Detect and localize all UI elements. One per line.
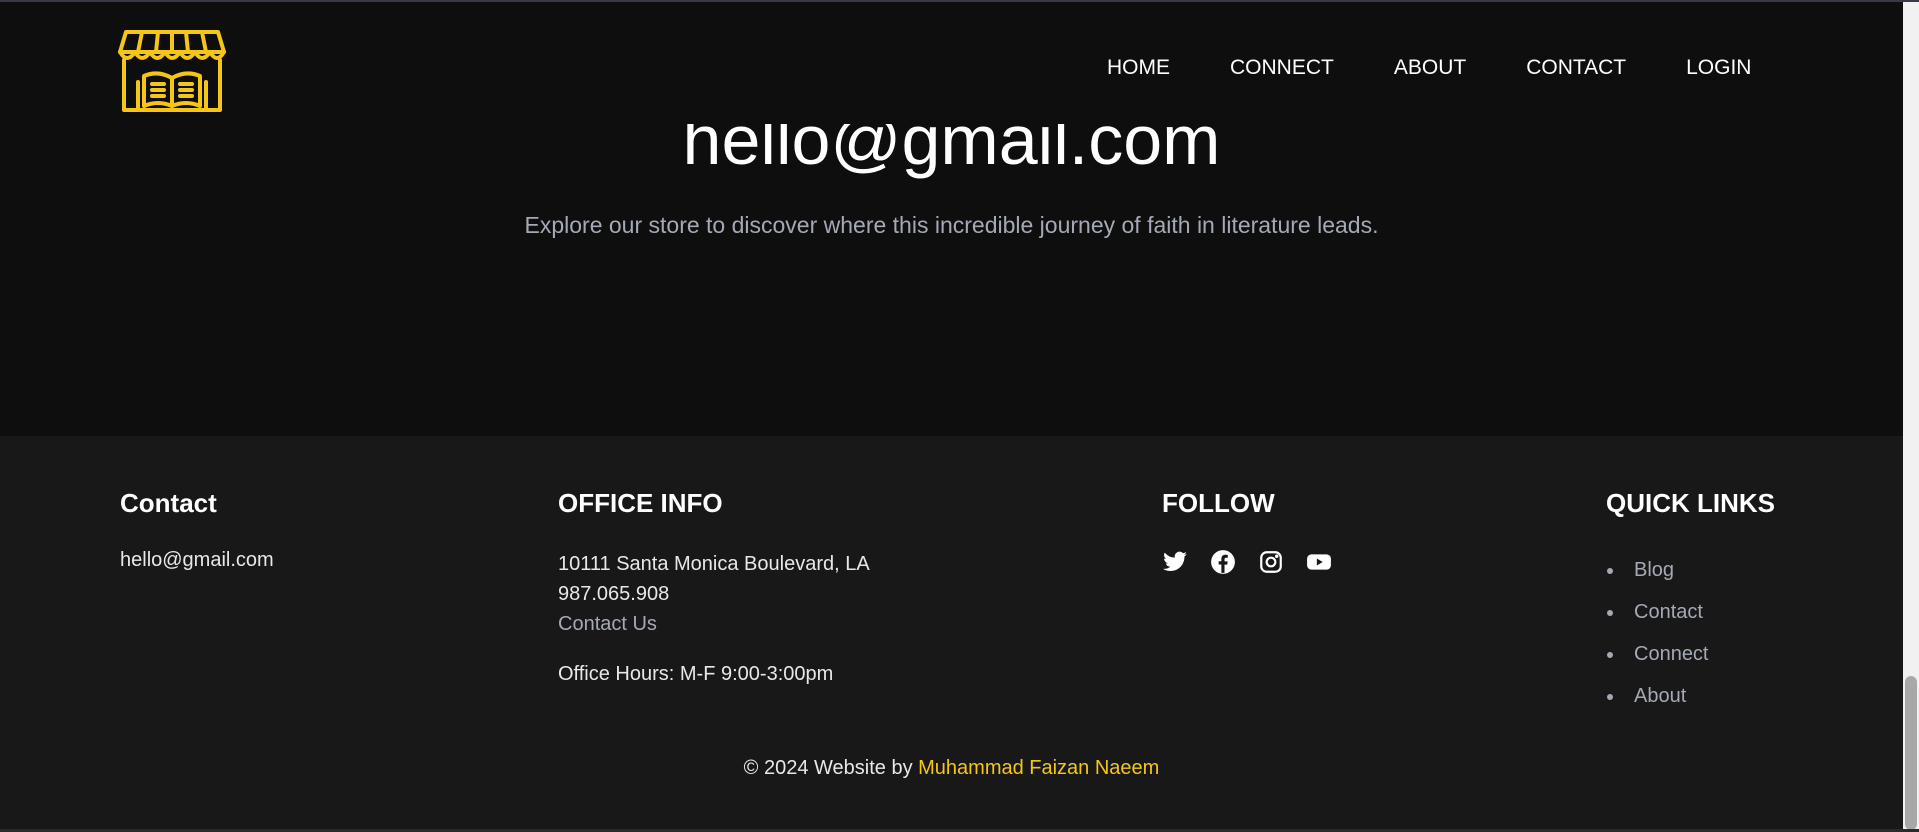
office-address: 10111 Santa Monica Boulevard, LA [558,553,870,575]
page-viewport: hello@gmail.com Explore our store to dis… [0,0,1919,832]
nav-home[interactable]: HOME [1107,56,1170,80]
nav-connect[interactable]: CONNECT [1230,56,1334,80]
twitter-icon[interactable] [1162,549,1188,575]
footer-contact-email: hello@gmail.com [120,549,274,571]
footer-quick-links-column: QUICK LINKS Blog Contact Connect About [1606,488,1775,717]
office-hours: Office Hours: M-F 9:00-3:00pm [558,663,834,685]
nav-login[interactable]: LOGIN [1686,56,1751,80]
footer-quick-links-title: QUICK LINKS [1606,488,1775,518]
footer-office-column: OFFICE INFO 10111 Santa Monica Boulevard… [558,488,870,686]
quick-link-connect[interactable]: Connect [1606,633,1775,675]
footer-contact-title: Contact [120,488,217,518]
instagram-icon[interactable] [1258,549,1284,575]
quick-link-contact[interactable]: Contact [1606,591,1775,633]
quick-links-list: Blog Contact Connect About [1606,549,1775,717]
author-link[interactable]: Muhammad Faizan Naeem [918,757,1159,779]
copyright-prefix: © 2024 Website by [743,757,913,779]
nav-about[interactable]: ABOUT [1394,56,1466,80]
contact-us-link[interactable]: Contact Us [558,609,870,639]
scrollbar-thumb[interactable] [1905,676,1917,829]
page-scrollbar[interactable] [1903,2,1919,829]
quick-link-blog[interactable]: Blog [1606,549,1775,591]
copyright: © 2024 Website by Muhammad Faizan Naeem [0,757,1903,780]
main-nav: HOME CONNECT ABOUT CONTACT LOGIN [1107,56,1751,80]
facebook-icon[interactable] [1210,549,1236,575]
hero-tagline: Explore our store to discover where this… [524,212,1379,238]
quick-link-about[interactable]: About [1606,675,1775,717]
footer-office-title: OFFICE INFO [558,488,723,518]
footer-follow-title: FOLLOW [1162,488,1275,518]
social-links [1162,549,1332,575]
youtube-icon[interactable] [1306,549,1332,575]
footer-follow-column: FOLLOW [1162,488,1332,575]
site-footer: Contact hello@gmail.com OFFICE INFO 1011… [0,436,1903,829]
office-phone: 987.065.908 [558,583,670,605]
site-header: HOME CONNECT ABOUT CONTACT LOGIN [0,2,1903,124]
nav-contact[interactable]: CONTACT [1526,56,1626,80]
footer-contact-column: Contact hello@gmail.com [120,488,274,572]
bookstore-icon[interactable] [118,26,226,114]
